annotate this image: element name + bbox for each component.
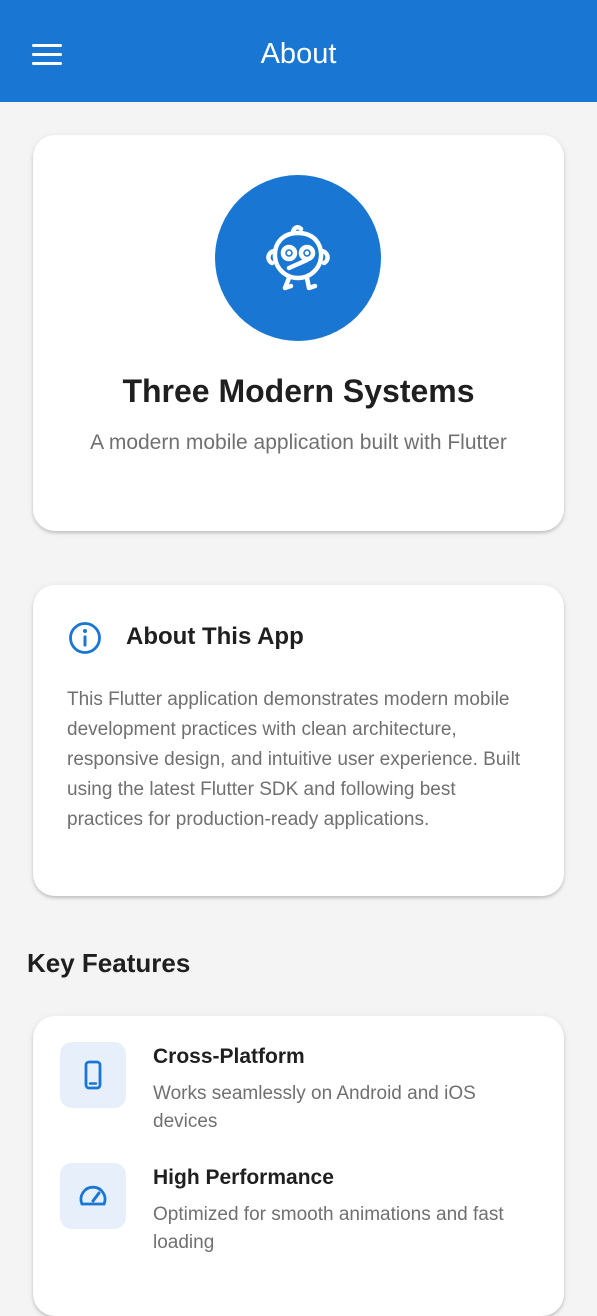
app-name: Three Modern Systems [122,373,475,409]
feature-description: Optimized for smooth animations and fast… [153,1204,504,1253]
feature-item: High Performance Optimized for smooth an… [33,1163,564,1273]
app-tagline: A modern mobile application built with F… [90,431,507,454]
feature-icon-tile [60,1042,126,1108]
page-title: About [260,38,337,70]
features-card: Cross-Platform Works seamlessly on Andro… [33,1016,564,1316]
feature-title: Cross-Platform [153,1045,305,1068]
features-heading: Key Features [27,948,191,978]
feature-description: Works seamlessly on Android and iOS devi… [153,1083,476,1132]
app-logo [215,175,381,341]
about-heading: About This App [126,623,304,650]
bird-mascot-icon [266,225,330,291]
about-card: About This App This Flutter application … [33,585,564,896]
feature-title: High Performance [153,1166,334,1189]
smartphone-icon [84,1060,102,1090]
app-bar: About [0,0,597,102]
feature-icon-tile [60,1163,126,1229]
about-description: This Flutter application demonstrates mo… [67,689,521,830]
feature-item: Cross-Platform Works seamlessly on Andro… [33,1042,564,1152]
speedometer-icon [79,1185,107,1206]
hero-card: Three Modern Systems A modern mobile app… [33,135,564,531]
info-icon [69,622,101,654]
